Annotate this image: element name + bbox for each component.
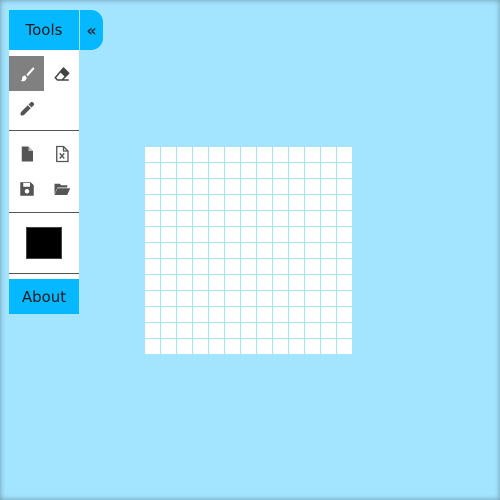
- eraser-tool-button[interactable]: [44, 56, 79, 91]
- save-icon: [19, 181, 34, 196]
- divider: [9, 212, 79, 213]
- open-folder-icon: [54, 183, 70, 195]
- eraser-icon: [54, 66, 69, 81]
- pixel-canvas-grid[interactable]: [144, 146, 352, 354]
- new-file-button[interactable]: [9, 136, 44, 171]
- about-button[interactable]: About: [9, 279, 79, 314]
- export-file-button[interactable]: [44, 136, 79, 171]
- open-button[interactable]: [44, 171, 79, 206]
- export-file-icon: [55, 145, 69, 162]
- double-chevron-left-icon: «: [86, 20, 97, 40]
- divider: [9, 273, 79, 274]
- save-button[interactable]: [9, 171, 44, 206]
- new-file-icon: [21, 146, 33, 161]
- tools-header: Tools: [9, 10, 79, 50]
- brush-tool-button[interactable]: [9, 56, 44, 91]
- collapse-panel-button[interactable]: «: [80, 10, 103, 50]
- eyedropper-icon: [19, 101, 34, 116]
- about-label: About: [21, 287, 67, 306]
- brush-icon: [19, 66, 34, 81]
- current-color-swatch[interactable]: [26, 227, 62, 259]
- tools-title: Tools: [25, 21, 63, 39]
- divider: [9, 130, 79, 131]
- eyedropper-tool-button[interactable]: [9, 91, 44, 126]
- tools-body: [9, 50, 79, 283]
